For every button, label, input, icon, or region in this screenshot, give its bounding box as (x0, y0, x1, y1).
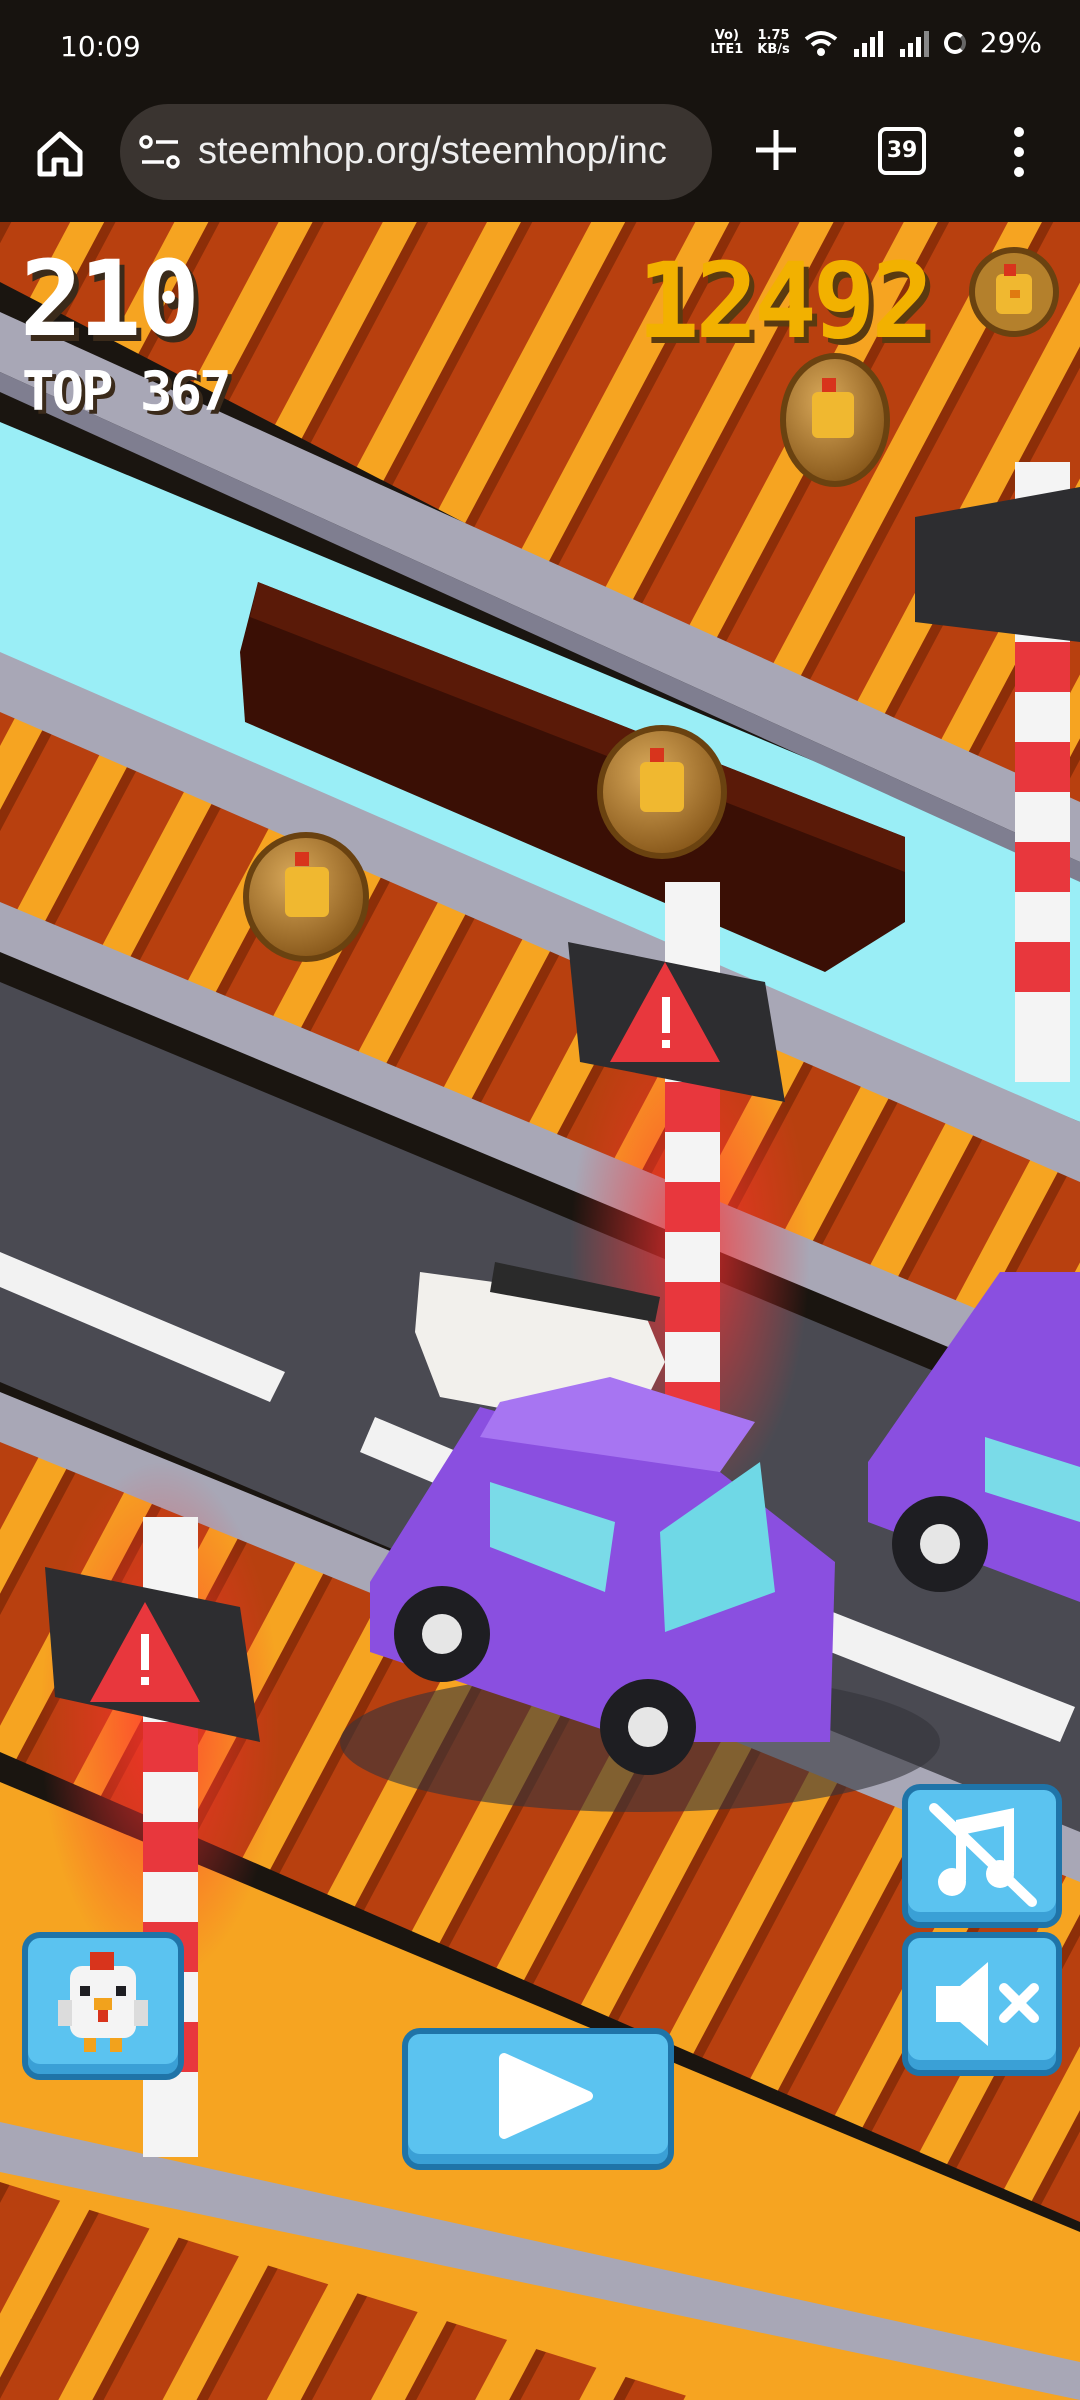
top-score: TOP 367 (22, 360, 232, 423)
browser-toolbar: steemhop.org/steemhop/inc 39 (0, 100, 1080, 222)
coin-counter: 12492 (636, 240, 934, 362)
wifi-icon (804, 30, 838, 56)
site-settings-icon[interactable] (138, 132, 182, 172)
coin-1 (780, 353, 890, 487)
address-bar[interactable]: steemhop.org/steemhop/inc (120, 104, 712, 200)
coin-2 (597, 725, 727, 859)
coin-3 (243, 832, 369, 962)
status-bar: 10:09 Vo) LTE1 1.75 KB/s 29% (0, 0, 1080, 100)
play-icon (499, 2053, 593, 2139)
tabs-icon[interactable]: 39 (878, 127, 926, 175)
network-speed: 1.75 KB/s (757, 27, 790, 57)
music-toggle-button[interactable] (902, 1784, 1062, 1928)
music-off-icon (929, 1803, 1037, 1907)
signal-icon-1 (853, 30, 883, 57)
play-button[interactable] (402, 2028, 674, 2170)
chicken-character-icon (58, 1952, 148, 2052)
status-icons: Vo) LTE1 1.75 KB/s 29% (710, 26, 1042, 59)
more-vert-icon[interactable] (1004, 126, 1034, 178)
home-icon[interactable] (34, 128, 86, 180)
battery-icon (943, 31, 966, 54)
plus-icon[interactable] (752, 126, 800, 174)
game-canvas[interactable]: 210 TOP 367 12492 (0, 222, 1080, 2400)
sound-toggle-button[interactable] (902, 1932, 1062, 2076)
sound-off-icon (936, 1962, 1039, 2046)
battery-level: 29% (979, 26, 1042, 59)
url-text: steemhop.org/steemhop/inc (198, 130, 667, 172)
character-select-button[interactable] (22, 1932, 184, 2080)
coin-icon (969, 247, 1059, 337)
score-counter: 210 (20, 238, 200, 360)
volte-indicator: Vo) LTE1 (710, 27, 744, 57)
status-time: 10:09 (60, 30, 141, 63)
signal-icon-2 (899, 30, 929, 57)
